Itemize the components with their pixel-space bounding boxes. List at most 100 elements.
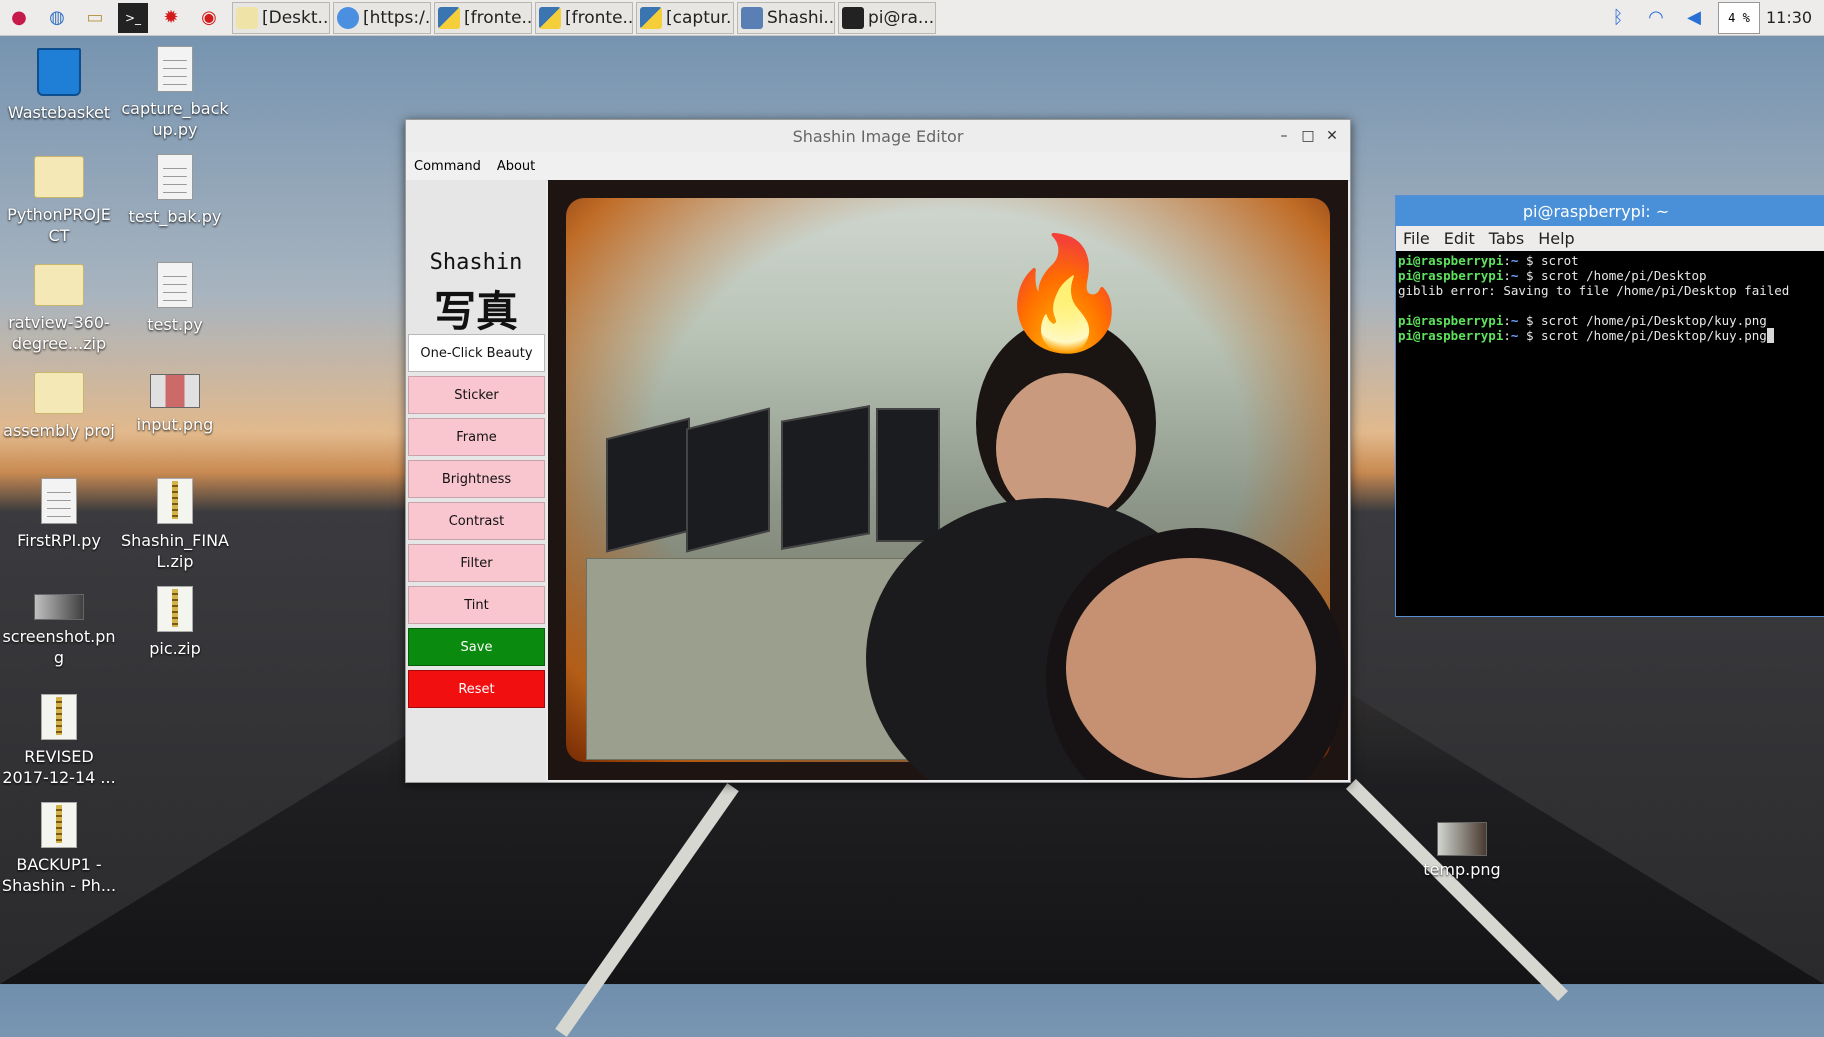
system-tray: ᛒ ◠ ◀ 4 % 11:30 [1604,0,1824,36]
terminal-line: giblib error: Saving to file /home/pi/De… [1398,283,1790,298]
terminal-menubar: File Edit Tabs Help [1396,226,1824,251]
task-shashin-editor[interactable]: Shashi... [737,1,835,34]
maximize-icon[interactable]: □ [1296,124,1320,148]
reset-button[interactable]: Reset [408,670,545,708]
task-python-capture[interactable]: [captur... [636,1,734,34]
text-file-icon [157,262,193,308]
volume-icon[interactable]: ◀ [1680,7,1708,28]
terminal-menu-tabs[interactable]: Tabs [1482,229,1531,248]
wastebasket-icon [37,48,81,96]
task-python-frontend-2[interactable]: [fronte... [535,1,633,34]
terminal-menu-help[interactable]: Help [1531,229,1581,248]
desktop-icon-pic-zip[interactable]: pic.zip [116,586,234,659]
sticker-button[interactable]: Sticker [408,376,545,414]
terminal-line: pi@raspberrypi:~ $ scrot /home/pi/Deskto… [1398,328,1823,343]
image-thumbnail-icon [34,594,84,620]
task-browser[interactable]: [https:/... [333,1,431,34]
fire-sticker[interactable]: 🔥 [996,238,1133,348]
tint-button[interactable]: Tint [408,586,545,624]
text-file-icon [157,46,193,92]
terminal-line: pi@raspberrypi:~ $ scrot /home/pi/Deskto… [1398,268,1707,283]
edited-photo: 🔥 [566,198,1346,780]
clock[interactable]: 11:30 [1766,8,1824,27]
wifi-icon[interactable]: ◠ [1642,7,1670,28]
terminal-menu-file[interactable]: File [1396,229,1437,248]
python-icon [539,6,561,29]
terminal-window: pi@raspberrypi: ~ File Edit Tabs Help pi… [1395,195,1824,617]
one-click-beauty-button[interactable]: One-Click Beauty [408,334,545,372]
image-thumbnail-icon [150,374,200,408]
web-browser-icon[interactable]: ◍ [42,3,72,33]
desktop-icon-ratview[interactable]: ratview-360-degree...zip [0,264,118,354]
terminal-menu-edit[interactable]: Edit [1437,229,1482,248]
terminal-cursor [1766,328,1775,343]
terminal-title: pi@raspberrypi: ~ [1476,196,1716,226]
raspberry-menu-icon[interactable]: ● [4,3,34,33]
brightness-button[interactable]: Brightness [408,460,545,498]
terminal-icon[interactable]: >_ [118,2,148,33]
terminal-line: pi@raspberrypi:~ $ scrot /home/pi/Deskto… [1398,313,1767,328]
task-desktop-folder[interactable]: [Deskt... [232,1,330,34]
window-icon [741,6,763,29]
python-icon [438,6,460,29]
folder-icon [34,156,84,198]
zip-archive-icon [41,694,77,740]
frame-button[interactable]: Frame [408,418,545,456]
window-title: Shashin Image Editor [792,126,964,146]
person-front-face [1066,558,1316,778]
desktop-icon-shashin-final[interactable]: Shashin_FINA L.zip [116,478,234,572]
contrast-button[interactable]: Contrast [408,502,545,540]
desktop-icon-wastebasket[interactable]: Wastebasket [0,48,118,123]
desktop-icon-temp-png[interactable]: temp.png [1400,822,1524,879]
filter-button[interactable]: Filter [408,544,545,582]
desktop-icon-python-project[interactable]: PythonPROJE CT [0,156,118,246]
background-monitor [606,417,690,553]
desktop-icon-test-py[interactable]: test.py [116,262,234,335]
text-file-icon [157,154,193,200]
task-terminal[interactable]: pi@ra... [838,1,936,34]
bluetooth-icon[interactable]: ᛒ [1604,7,1632,28]
desktop-icon-capture-backup[interactable]: capture_back up.py [116,46,234,140]
background-monitor [686,407,770,553]
background-monitor [876,408,940,542]
image-thumbnail-icon [1437,822,1487,856]
background-monitor [781,405,870,550]
zip-archive-icon [157,478,193,524]
window-controls: – □ ✕ [1272,124,1344,148]
wolfram-icon[interactable]: ◉ [194,3,224,33]
minimize-icon[interactable]: – [1272,124,1296,148]
folder-icon [34,264,84,306]
save-button[interactable]: Save [408,628,545,666]
terminal-line: pi@raspberrypi:~ $ scrot [1398,253,1579,268]
cpu-usage-monitor[interactable]: 4 % [1718,1,1760,34]
text-file-icon [41,478,77,524]
terminal-output[interactable]: pi@raspberrypi:~ $ scrot pi@raspberrypi:~… [1396,251,1824,345]
mathematica-icon[interactable]: ✹ [156,3,186,33]
terminal-titlebar[interactable]: pi@raspberrypi: ~ [1396,196,1824,226]
close-icon[interactable]: ✕ [1320,124,1344,148]
window-titlebar[interactable]: Shashin Image Editor – □ ✕ [406,120,1350,152]
desktop-icon-assembly-proj[interactable]: assembly proj [0,372,118,441]
task-python-frontend-1[interactable]: [fronte... [434,1,532,34]
tool-sidebar: Shashin 写真 One-Click Beauty Sticker Fram… [406,180,546,782]
desktop-icon-test-bak[interactable]: test_bak.py [116,154,234,227]
taskbar: ● ◍ ▭ >_ ✹ ◉ [Deskt... [https:/... [fron… [0,0,1824,36]
menu-about[interactable]: About [489,159,543,174]
image-canvas[interactable]: 🔥 [548,180,1348,780]
app-logo-kanji: 写真 [433,287,518,336]
chromium-icon [337,6,359,29]
zip-archive-icon [157,586,193,632]
menubar: Command About [406,152,1350,181]
file-manager-icon[interactable]: ▭ [80,3,110,33]
desktop-icon-input-png[interactable]: input.png [116,374,234,435]
desktop-icon-backup1[interactable]: BACKUP1 - Shashin - Ph... [0,802,118,896]
desktop-icon-revised[interactable]: REVISED 2017-12-14 ... [0,694,118,788]
zip-archive-icon [41,802,77,848]
python-icon [640,6,662,29]
terminal-icon [842,6,864,29]
shashin-editor-window: Shashin Image Editor – □ ✕ Command About… [405,119,1351,783]
menu-command[interactable]: Command [406,159,489,174]
desktop-icon-firstrpi[interactable]: FirstRPI.py [0,478,118,551]
desktop-icon-screenshot[interactable]: screenshot.pn g [0,594,118,668]
